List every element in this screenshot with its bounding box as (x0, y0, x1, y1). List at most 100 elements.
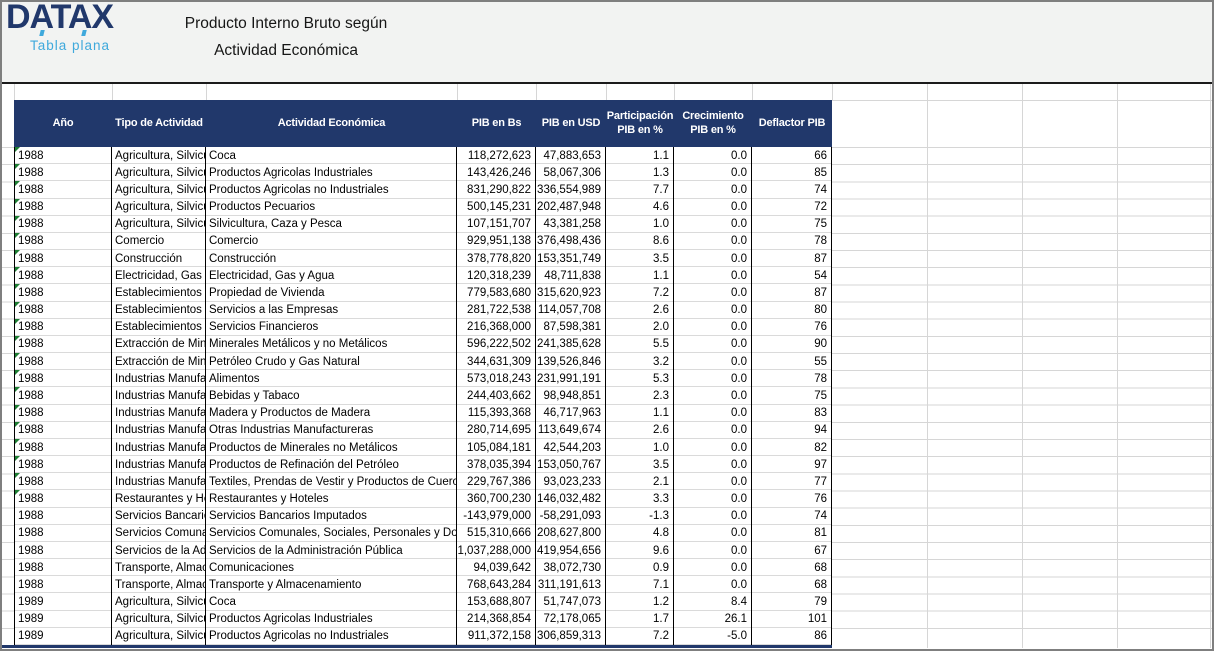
cell-participacion[interactable]: 5.5 (606, 336, 674, 353)
cell-pib-bs[interactable]: 911,372,158 (457, 628, 536, 645)
cell-deflactor[interactable]: 77 (752, 473, 832, 490)
cell-pib-usd[interactable]: 113,649,674 (536, 422, 606, 439)
cell-participacion[interactable]: 2.6 (606, 302, 674, 319)
cell-pib-bs[interactable]: 214,368,854 (457, 611, 536, 628)
cell-deflactor[interactable]: 74 (752, 181, 832, 198)
cell-actividad-economica[interactable]: Madera y Productos de Madera (206, 405, 457, 422)
cell-deflactor[interactable]: 97 (752, 456, 832, 473)
cell-tipo-actividad[interactable]: Agricultura, Silvicultura, Caza y Pesca (112, 593, 206, 610)
column-header-tipo-actividad[interactable]: Tipo de Actividad (112, 100, 206, 147)
cell-crecimiento[interactable]: 0.0 (674, 576, 752, 593)
cell-crecimiento[interactable]: 0.0 (674, 490, 752, 507)
column-header-participacion[interactable]: Participación PIB en % (606, 100, 674, 147)
cell-ano[interactable]: 1988 (14, 302, 112, 319)
cell-pib-usd[interactable]: 376,498,436 (536, 233, 606, 250)
cell-ano[interactable]: 1988 (14, 387, 112, 404)
cell-crecimiento[interactable]: 0.0 (674, 164, 752, 181)
cell-pib-bs[interactable]: 500,145,231 (457, 199, 536, 216)
cell-ano[interactable]: 1988 (14, 542, 112, 559)
cell-deflactor[interactable]: 82 (752, 439, 832, 456)
cell-pib-usd[interactable]: 51,747,073 (536, 593, 606, 610)
cell-deflactor[interactable]: 66 (752, 147, 832, 164)
cell-pib-bs[interactable]: 831,290,822 (457, 181, 536, 198)
cell-tipo-actividad[interactable]: Establecimientos Financieros (112, 302, 206, 319)
cell-crecimiento[interactable]: 0.0 (674, 233, 752, 250)
cell-crecimiento[interactable]: 0.0 (674, 319, 752, 336)
column-header-pib-usd[interactable]: PIB en USD (536, 100, 606, 147)
cell-deflactor[interactable]: 76 (752, 319, 832, 336)
cell-tipo-actividad[interactable]: Construcción (112, 250, 206, 267)
cell-deflactor[interactable]: 86 (752, 628, 832, 645)
cell-participacion[interactable]: 5.3 (606, 370, 674, 387)
cell-tipo-actividad[interactable]: Electricidad, Gas y Agua (112, 267, 206, 284)
cell-deflactor[interactable]: 55 (752, 353, 832, 370)
cell-actividad-economica[interactable]: Restaurantes y Hoteles (206, 490, 457, 507)
cell-participacion[interactable]: 7.2 (606, 284, 674, 301)
cell-crecimiento[interactable]: 0.0 (674, 559, 752, 576)
cell-ano[interactable]: 1988 (14, 216, 112, 233)
cell-ano[interactable]: 1988 (14, 422, 112, 439)
cell-tipo-actividad[interactable]: Establecimientos Financieros (112, 319, 206, 336)
cell-crecimiento[interactable]: 0.0 (674, 199, 752, 216)
cell-actividad-economica[interactable]: Productos Agricolas Industriales (206, 611, 457, 628)
cell-pib-bs[interactable]: 360,700,230 (457, 490, 536, 507)
cell-pib-usd[interactable]: -58,291,093 (536, 508, 606, 525)
cell-pib-usd[interactable]: 98,948,851 (536, 387, 606, 404)
cell-ano[interactable]: 1988 (14, 473, 112, 490)
cell-pib-usd[interactable]: 208,627,800 (536, 525, 606, 542)
cell-participacion[interactable]: 2.1 (606, 473, 674, 490)
cell-ano[interactable]: 1988 (14, 439, 112, 456)
cell-pib-usd[interactable]: 43,381,258 (536, 216, 606, 233)
cell-participacion[interactable]: 1.3 (606, 164, 674, 181)
cell-pib-usd[interactable]: 72,178,065 (536, 611, 606, 628)
cell-tipo-actividad[interactable]: Agricultura, Silvicultura, Caza y Pesca (112, 628, 206, 645)
cell-pib-usd[interactable]: 241,385,628 (536, 336, 606, 353)
cell-ano[interactable]: 1988 (14, 456, 112, 473)
cell-participacion[interactable]: 1.1 (606, 405, 674, 422)
cell-pib-usd[interactable]: 139,526,846 (536, 353, 606, 370)
cell-deflactor[interactable]: 78 (752, 370, 832, 387)
cell-pib-bs[interactable]: 596,222,502 (457, 336, 536, 353)
cell-ano[interactable]: 1989 (14, 593, 112, 610)
cell-crecimiento[interactable]: 0.0 (674, 353, 752, 370)
cell-actividad-economica[interactable]: Coca (206, 593, 457, 610)
cell-pib-usd[interactable]: 38,072,730 (536, 559, 606, 576)
cell-actividad-economica[interactable]: Minerales Metálicos y no Metálicos (206, 336, 457, 353)
cell-tipo-actividad[interactable]: Agricultura, Silvicultura, Caza y Pesca (112, 147, 206, 164)
cell-deflactor[interactable]: 72 (752, 199, 832, 216)
cell-deflactor[interactable]: 81 (752, 525, 832, 542)
cell-crecimiento[interactable]: 0.0 (674, 473, 752, 490)
cell-ano[interactable]: 1988 (14, 405, 112, 422)
cell-pib-bs[interactable]: 244,403,662 (457, 387, 536, 404)
cell-ano[interactable]: 1989 (14, 628, 112, 645)
cell-ano[interactable]: 1988 (14, 353, 112, 370)
cell-tipo-actividad[interactable]: Extracción de Minas y Canteras (112, 353, 206, 370)
cell-deflactor[interactable]: 87 (752, 284, 832, 301)
cell-actividad-economica[interactable]: Productos Agricolas Industriales (206, 164, 457, 181)
cell-actividad-economica[interactable]: Propiedad de Vivienda (206, 284, 457, 301)
cell-crecimiento[interactable]: 0.0 (674, 405, 752, 422)
cell-participacion[interactable]: 3.5 (606, 250, 674, 267)
cell-pib-bs[interactable]: 1,037,288,000 (457, 542, 536, 559)
cell-pib-bs[interactable]: 105,084,181 (457, 439, 536, 456)
cell-participacion[interactable]: 1.0 (606, 439, 674, 456)
cell-pib-usd[interactable]: 153,351,749 (536, 250, 606, 267)
cell-tipo-actividad[interactable]: Industrias Manufactureras (112, 405, 206, 422)
cell-crecimiento[interactable]: -5.0 (674, 628, 752, 645)
cell-pib-usd[interactable]: 58,067,306 (536, 164, 606, 181)
cell-tipo-actividad[interactable]: Industrias Manufactureras (112, 456, 206, 473)
cell-pib-bs[interactable]: 515,310,666 (457, 525, 536, 542)
cell-tipo-actividad[interactable]: Industrias Manufactureras (112, 422, 206, 439)
cell-crecimiento[interactable]: 0.0 (674, 525, 752, 542)
cell-pib-bs[interactable]: 216,368,000 (457, 319, 536, 336)
cell-participacion[interactable]: 3.2 (606, 353, 674, 370)
cell-deflactor[interactable]: 68 (752, 559, 832, 576)
cell-pib-usd[interactable]: 153,050,767 (536, 456, 606, 473)
cell-participacion[interactable]: 4.8 (606, 525, 674, 542)
cell-crecimiento[interactable]: 0.0 (674, 336, 752, 353)
cell-participacion[interactable]: 1.0 (606, 216, 674, 233)
cell-pib-usd[interactable]: 48,711,838 (536, 267, 606, 284)
cell-crecimiento[interactable]: 0.0 (674, 456, 752, 473)
cell-actividad-economica[interactable]: Servicios Financieros (206, 319, 457, 336)
cell-deflactor[interactable]: 76 (752, 490, 832, 507)
